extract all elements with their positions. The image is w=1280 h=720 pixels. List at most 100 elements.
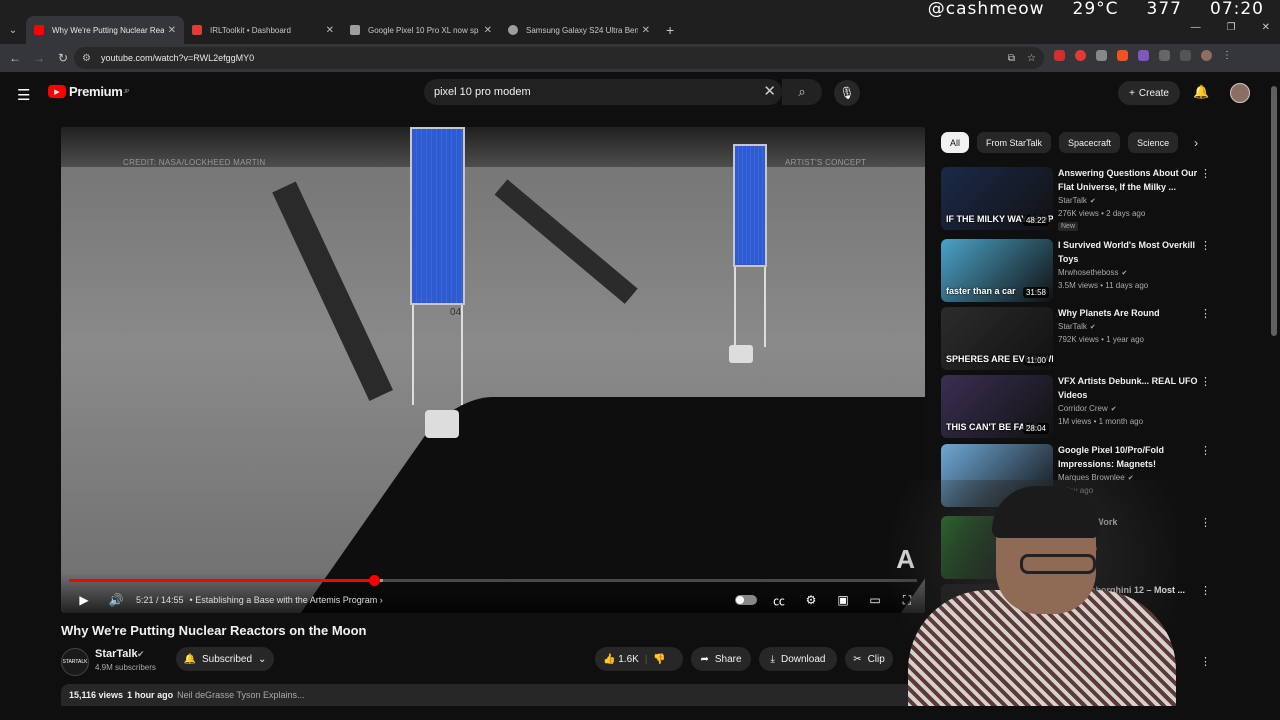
autoplay-toggle[interactable]	[735, 595, 757, 605]
more-options-icon[interactable]: ⋮	[1200, 375, 1211, 388]
settings-gear-icon[interactable]: ⚙	[801, 593, 821, 607]
captions-icon[interactable]: ㏄	[769, 592, 789, 609]
site-favicon-icon	[350, 25, 360, 35]
more-options-icon[interactable]: ⋮	[1200, 307, 1211, 320]
tab-samsung-bench[interactable]: Samsung Galaxy S24 Ultra Ben ✕	[500, 16, 658, 44]
tab-pixel-news[interactable]: Google Pixel 10 Pro XL now sp ✕	[342, 16, 500, 44]
video-thumbnail[interactable]: THIS CAN'T BE FAKE. 28:04	[941, 375, 1053, 438]
tab-close-icon[interactable]: ✕	[484, 25, 492, 36]
more-options-icon[interactable]: ⋮	[1200, 444, 1211, 457]
more-options-icon[interactable]: ⋮	[1200, 167, 1211, 180]
extension-icon[interactable]	[1138, 50, 1149, 61]
theater-mode-icon[interactable]: ▭	[865, 593, 885, 607]
page-scrollbar[interactable]	[1271, 86, 1277, 336]
recommendation-title[interactable]: I Survived World's Most Overkill Toys	[1058, 239, 1208, 266]
recommendation-channel[interactable]: StarTalk ✔	[1058, 322, 1096, 331]
volume-icon[interactable]: 🔊	[100, 593, 132, 607]
clear-search-icon[interactable]: ✕	[763, 82, 776, 100]
hamburger-menu-icon[interactable]: ☰	[17, 86, 30, 104]
share-button[interactable]: ➦ Share	[691, 647, 751, 671]
channel-name[interactable]: StarTalk	[95, 648, 138, 660]
description-box[interactable]: 15,116 views 1 hour ago Neil deGrasse Ty…	[61, 684, 925, 706]
tab-close-icon[interactable]: ✕	[326, 25, 334, 36]
chip-all[interactable]: All	[941, 132, 970, 153]
video-thumbnail[interactable]: SPHERES ARE EVERYWHERE11:00	[941, 307, 1053, 370]
progress-bar[interactable]	[69, 575, 917, 586]
recommendation-channel[interactable]: Mrwhosetheboss ✔	[1058, 268, 1127, 277]
recommendation-title[interactable]: Answering Questions About Our Flat Unive…	[1058, 167, 1208, 194]
video-panel-mast	[412, 305, 463, 405]
recommendation-title[interactable]: Google Pixel 10/Pro/Fold Impressions: Ma…	[1058, 444, 1208, 471]
more-options-icon[interactable]: ⋮	[1200, 584, 1211, 597]
download-button[interactable]: ⤓ Download	[759, 647, 837, 671]
back-arrow-icon[interactable]: ←	[3, 51, 27, 65]
recommendation-item[interactable]: THIS CAN'T BE FAKE. 28:04 VFX Artists Debu…	[941, 375, 1231, 439]
create-button[interactable]: + Create	[1118, 81, 1180, 105]
new-tab-plus-icon[interactable]: +	[666, 22, 674, 38]
recommendation-title[interactable]: VFX Artists Debunk... REAL UFO Videos	[1058, 375, 1208, 402]
minimize-icon[interactable]: —	[1191, 22, 1201, 33]
install-app-icon[interactable]: ⧉	[1008, 53, 1015, 64]
chip-spacecraft[interactable]: Spacecraft	[1059, 132, 1121, 153]
play-icon[interactable]: ▶	[68, 593, 100, 607]
search-input[interactable]: pixel 10 pro modem ✕	[424, 79, 782, 105]
tab-close-icon[interactable]: ✕	[642, 25, 650, 36]
recommendation-item[interactable]: SPHERES ARE EVERYWHERE11:00 Why Planets A…	[941, 307, 1231, 371]
account-avatar[interactable]	[1230, 83, 1250, 103]
irltoolkit-favicon-icon	[192, 25, 202, 35]
youtube-premium-logo[interactable]: ▶ Premium JP	[48, 84, 129, 99]
browser-menu-icon[interactable]: ⋮	[1222, 50, 1232, 61]
recommendation-channel[interactable]: Corridor Crew ✔	[1058, 404, 1117, 413]
sidepanel-icon[interactable]	[1180, 50, 1191, 61]
more-options-icon[interactable]: ⋮	[1200, 239, 1211, 252]
tab-youtube-video[interactable]: Why We're Putting Nuclear Rea ✕	[26, 16, 184, 44]
extension-icon[interactable]	[1117, 50, 1128, 61]
thumbs-down-icon[interactable]: 👎	[653, 654, 665, 665]
restore-icon[interactable]: ❐	[1227, 22, 1236, 33]
chapter-title[interactable]: • Establishing a Base with the Artemis P…	[190, 595, 383, 605]
chip-science[interactable]: Science	[1128, 132, 1179, 153]
tab-irltoolkit[interactable]: IRLToolkit • Dashboard ✕	[184, 16, 342, 44]
video-player[interactable]: 04 CREDIT: NASA/LOCKHEED MARTIN ARTIST'S…	[61, 127, 925, 613]
reload-icon[interactable]: ↻	[51, 51, 75, 65]
chevron-right-icon[interactable]: ›	[1194, 136, 1198, 150]
divider: |	[644, 653, 648, 665]
share-arrow-icon: ➦	[700, 653, 709, 665]
youtube-play-logo-icon: ▶	[48, 85, 66, 98]
video-thumbnail[interactable]: IF THE MILKY WAY STOPPED ROTATI48:22	[941, 167, 1053, 230]
tab-close-icon[interactable]: ✕	[168, 25, 176, 36]
site-info-icon[interactable]: ⚙	[82, 53, 91, 64]
logo-text: Premium	[69, 84, 123, 99]
tab-search-icon[interactable]: ⌄	[0, 18, 26, 42]
share-label: Share	[714, 653, 742, 665]
close-window-icon[interactable]: ✕	[1262, 22, 1270, 33]
profile-avatar-icon[interactable]	[1201, 50, 1212, 61]
more-options-icon[interactable]: ⋮	[1200, 516, 1211, 529]
channel-avatar[interactable]: STARTALK	[61, 648, 89, 676]
extension-icon[interactable]	[1075, 50, 1086, 61]
recommendation-item[interactable]: faster than a car 31:58 I Survived World's…	[941, 239, 1231, 303]
url-input[interactable]: ⚙ youtube.com/watch?v=RWL2efggMY0 ⧉ ☆	[74, 47, 1044, 69]
recommendation-meta: 276K views • 2 days ago	[1058, 209, 1146, 218]
subscribed-button[interactable]: 🔔 Subscribed ⌄	[176, 647, 274, 671]
globe-favicon-icon	[508, 25, 518, 35]
forward-arrow-icon[interactable]: →	[27, 51, 51, 65]
clip-button[interactable]: ✂ Clip	[845, 647, 893, 671]
puzzle-extensions-icon[interactable]	[1159, 50, 1170, 61]
scrubber-handle[interactable]	[369, 575, 381, 586]
more-options-icon[interactable]: ⋮	[1200, 655, 1211, 668]
like-button[interactable]: 👍 1.6K	[603, 654, 639, 665]
voice-search-button[interactable]: 🎙	[834, 80, 860, 106]
chip-from-startalk[interactable]: From StarTalk	[977, 132, 1052, 153]
miniplayer-icon[interactable]: ▣	[833, 593, 853, 607]
recommendation-item[interactable]: IF THE MILKY WAY STOPPED ROTATI48:22Answ…	[941, 167, 1231, 231]
video-thumbnail[interactable]: faster than a car 31:58	[941, 239, 1053, 302]
recommendation-title[interactable]: Why Planets Are Round	[1058, 307, 1208, 321]
extension-icon[interactable]	[1096, 50, 1107, 61]
bookmark-star-icon[interactable]: ☆	[1027, 53, 1036, 64]
notifications-bell-icon[interactable]: 🔔	[1193, 84, 1209, 100]
subscribed-label: Subscribed	[202, 653, 253, 665]
search-button[interactable]: ⌕	[782, 79, 822, 105]
recommendation-channel[interactable]: StarTalk ✔	[1058, 196, 1096, 205]
extension-icon[interactable]	[1054, 50, 1065, 61]
